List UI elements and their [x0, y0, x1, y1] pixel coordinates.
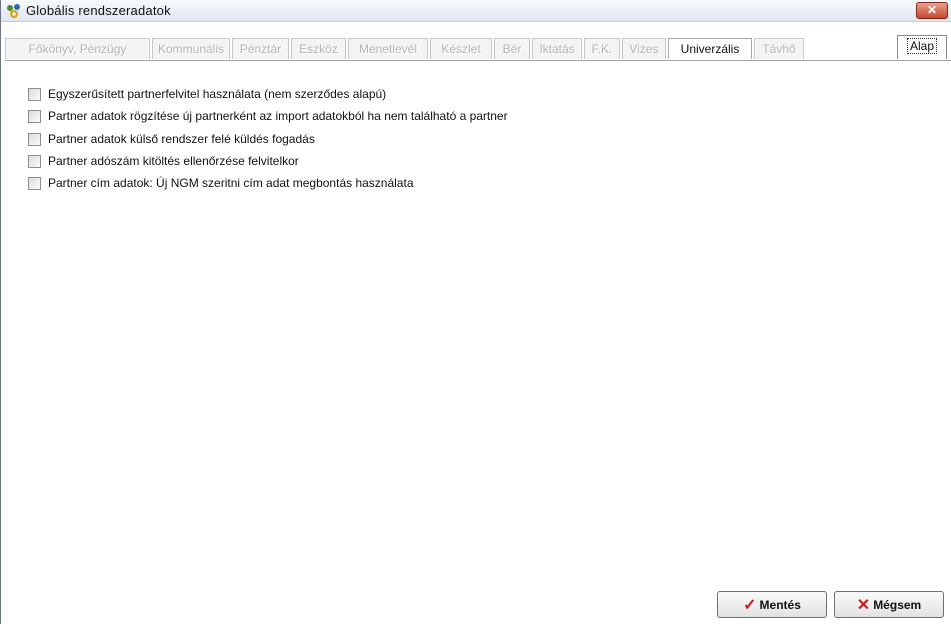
tab-kommunalis[interactable]: Kommunális: [152, 38, 230, 59]
tab-fokonyv-penzugy[interactable]: Főkönyv, Pénzügy: [5, 38, 150, 59]
checkbox[interactable]: [28, 110, 41, 123]
option-row[interactable]: Partner adatok külső rendszer felé küldé…: [28, 132, 648, 147]
tab-univerzalis[interactable]: Univerzális: [668, 38, 752, 59]
checkbox[interactable]: [28, 88, 41, 101]
close-button[interactable]: ✕: [916, 2, 948, 19]
title-bar: Globális rendszeradatok ✕: [1, 0, 951, 22]
option-label: Partner adószám kitöltés ellenőrzése fel…: [48, 154, 299, 168]
cancel-button[interactable]: ✕ Mégsem: [834, 591, 944, 618]
tab-menetlevel[interactable]: Menetlevél: [348, 38, 428, 59]
option-label: Partner adatok külső rendszer felé küldé…: [48, 132, 315, 146]
option-row[interactable]: Partner adatok rögzítése új partnerként …: [28, 109, 648, 124]
save-button[interactable]: ✓ Mentés: [717, 591, 827, 618]
option-row[interactable]: Partner adószám kitöltés ellenőrzése fel…: [28, 154, 648, 169]
cancel-label: Mégsem: [873, 597, 922, 612]
option-label: Partner cím adatok: Új NGM szeritni cím …: [48, 176, 414, 190]
tab-vizes[interactable]: Vizes: [622, 38, 666, 59]
option-label: Partner adatok rögzítése új partnerként …: [48, 109, 508, 123]
tab-strip: Főkönyv, Pénzügy Kommunális Pénztár Eszk…: [5, 35, 951, 61]
tab-keszlet[interactable]: Készlet: [430, 38, 492, 59]
checkbox[interactable]: [28, 155, 41, 168]
window: Globális rendszeradatok ✕ Főkönyv, Pénzü…: [0, 0, 951, 624]
checkbox[interactable]: [28, 133, 41, 146]
option-row[interactable]: Partner cím adatok: Új NGM szeritni cím …: [28, 176, 648, 191]
checkmark-icon: ✓: [743, 596, 757, 614]
tab-tavho[interactable]: Távhő: [754, 38, 804, 59]
tab-ber[interactable]: Bér: [494, 38, 530, 59]
checkbox[interactable]: [28, 177, 41, 190]
tab-iktatas[interactable]: Iktatás: [532, 38, 582, 59]
tab-fk[interactable]: F.K.: [584, 38, 620, 59]
window-title: Globális rendszeradatok: [26, 3, 171, 18]
tab-penztar[interactable]: Pénztár: [232, 38, 289, 59]
option-row[interactable]: Egyszerűsített partnerfelvitel használat…: [28, 87, 648, 102]
tab-alap[interactable]: Alap: [897, 35, 947, 59]
tab-eszkoz[interactable]: Eszköz: [291, 38, 346, 59]
cross-icon: ✕: [856, 596, 871, 614]
save-label: Mentés: [759, 597, 801, 612]
option-label: Egyszerűsített partnerfelvitel használat…: [48, 87, 387, 101]
app-icon: [5, 2, 23, 20]
